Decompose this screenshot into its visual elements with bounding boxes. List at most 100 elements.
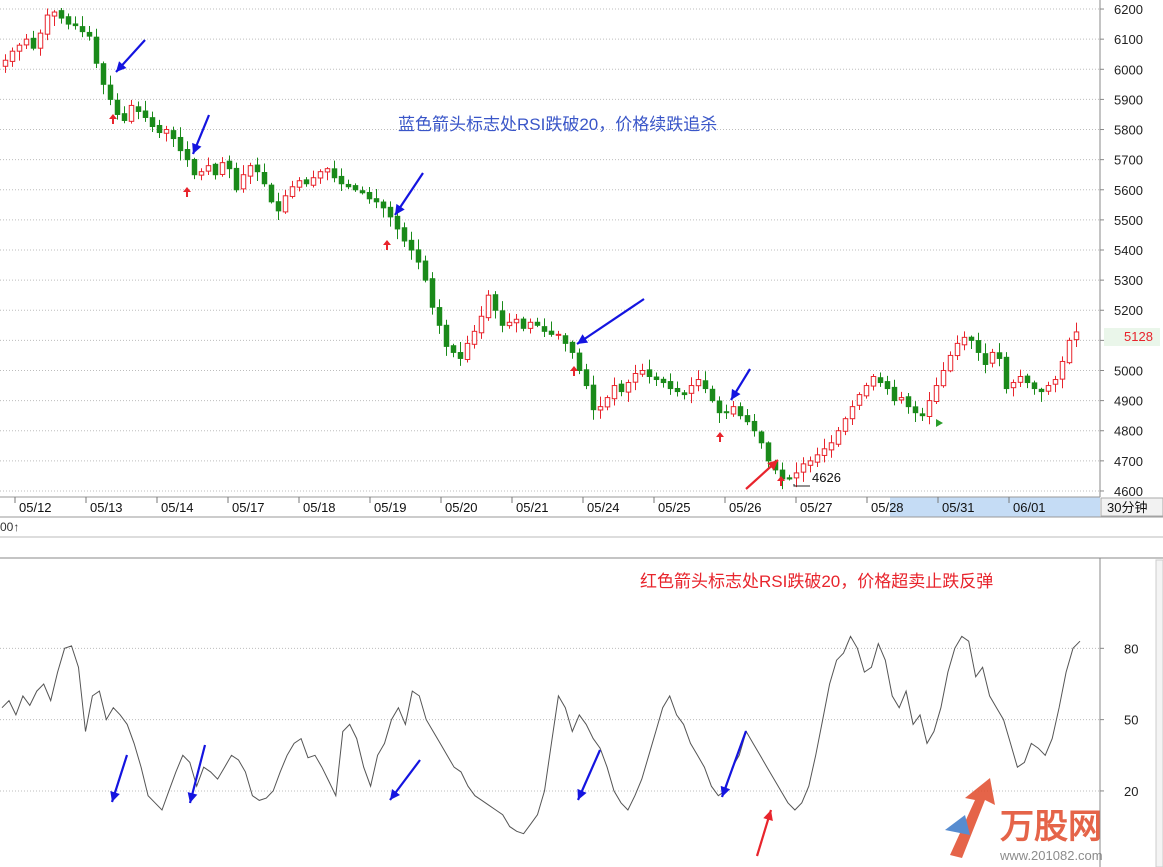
candle (975, 332, 982, 361)
candle (86, 25, 93, 41)
candle (303, 177, 310, 187)
candle (737, 402, 744, 420)
candle (1003, 352, 1010, 394)
date-label: 05/17 (232, 500, 265, 515)
candle (982, 343, 989, 374)
blue-down-arrow-icon (576, 298, 645, 345)
candle (191, 157, 198, 180)
candle (268, 182, 275, 204)
candle (352, 183, 359, 192)
blue-down-arrow-icon (394, 172, 424, 216)
candle (198, 168, 205, 181)
price-tick-label: 5300 (1114, 273, 1143, 288)
candle (996, 343, 1003, 367)
candle (940, 362, 947, 388)
candle (835, 427, 842, 447)
rsi-axis-ticks: 80 50 20 (1100, 641, 1138, 799)
candle (576, 348, 583, 375)
watermark-url: www.201082.com (999, 848, 1103, 863)
candle (891, 379, 898, 406)
date-label: 06/01 (1013, 500, 1046, 515)
date-label: 05/14 (161, 500, 194, 515)
candle (478, 306, 485, 339)
candle (611, 377, 618, 406)
candle (569, 340, 576, 359)
candle (674, 381, 681, 397)
candle (933, 377, 940, 404)
rsi-header-fragment: 00↑ (0, 520, 19, 534)
candle (961, 331, 968, 351)
date-axis: 05/12 05/13 05/14 05/17 05/18 05/19 05/20 05/21… (0, 496, 1163, 518)
candle (751, 413, 758, 437)
candle (233, 162, 240, 193)
red-up-arrow-icon (745, 459, 779, 490)
rsi-line (1, 635, 1081, 835)
candle (380, 199, 387, 218)
candle (100, 61, 107, 95)
candle (618, 380, 625, 397)
candle (877, 372, 884, 387)
candle (513, 314, 520, 333)
candle (30, 30, 37, 51)
candle (1038, 387, 1045, 402)
candle (730, 400, 737, 417)
candle (219, 157, 226, 177)
candle (51, 10, 58, 27)
candle (296, 177, 303, 192)
candle (1017, 369, 1024, 387)
rsi-tick-label: 20 (1124, 784, 1138, 799)
candle (79, 16, 86, 38)
rsi-annotations (110, 730, 773, 857)
candle (114, 93, 121, 120)
period-label[interactable]: 30分钟 (1107, 500, 1147, 515)
candle (583, 363, 590, 390)
candle (989, 348, 996, 368)
candle (464, 335, 471, 363)
candle (548, 321, 555, 337)
price-tick-label: 4900 (1114, 394, 1143, 409)
price-axis-ticks: 6200 6100 6000 5900 5800 5700 5600 5500 5400 5300… (1100, 2, 1143, 499)
candle (443, 319, 450, 356)
candle (415, 239, 422, 270)
price-tick-label: 6000 (1114, 62, 1143, 77)
price-tick-label: 5000 (1114, 363, 1143, 378)
price-annotation-text: 蓝色箭头标志处RSI跌破20，价格续跌追杀 (398, 115, 717, 134)
candle (905, 392, 912, 414)
candle (926, 392, 933, 425)
candle (282, 189, 289, 214)
candle (44, 8, 51, 41)
date-label: 05/18 (303, 500, 336, 515)
candle (856, 392, 863, 410)
candle (632, 364, 639, 391)
candle (520, 316, 527, 332)
candle (681, 390, 688, 400)
rsi-panel: 00↑ 80 50 20 红色箭头标志处RSI跌破20，价格超卖止跌反弹 (0, 520, 1163, 867)
candle (387, 201, 394, 227)
candle (1045, 381, 1052, 395)
candle (884, 375, 891, 395)
candle (457, 342, 464, 366)
candle (93, 28, 100, 68)
candle (1052, 375, 1059, 393)
date-label: 05/26 (729, 500, 762, 515)
candle (625, 379, 632, 402)
candle (135, 101, 142, 120)
candle (254, 157, 261, 182)
candle (310, 170, 317, 188)
period-selector[interactable]: 30分钟 (1100, 497, 1163, 517)
candle (331, 160, 338, 183)
price-tick-label: 5900 (1114, 92, 1143, 107)
price-tick-label: 5800 (1114, 123, 1143, 138)
green-marker-icon (936, 419, 943, 427)
price-tick-label: 5200 (1114, 303, 1143, 318)
rsi-scrollbar[interactable] (1155, 559, 1163, 867)
date-labels: 05/12 05/13 05/14 05/17 05/18 05/19 05/20 05/21… (14, 497, 1046, 515)
rsi-annotation-text: 红色箭头标志处RSI跌破20，价格超卖止跌反弹 (640, 572, 993, 591)
candle (345, 179, 352, 189)
candle (226, 155, 233, 179)
candle (408, 231, 415, 260)
watermark-arrow-blue-icon (945, 815, 970, 835)
candle (366, 186, 373, 204)
candle (1031, 380, 1038, 395)
price-tick-label: 6100 (1114, 32, 1143, 47)
